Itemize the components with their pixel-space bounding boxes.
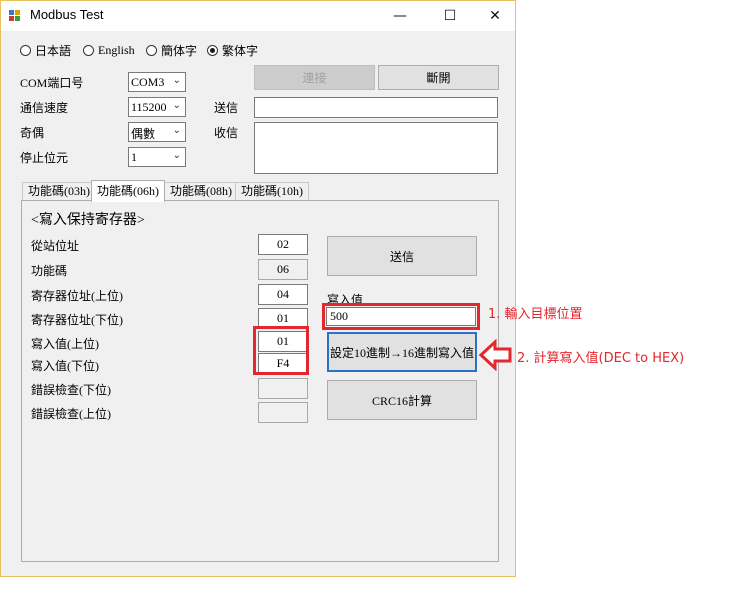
radio-japanese[interactable]: 日本語 bbox=[20, 42, 71, 58]
crc-hi-label: 錯誤檢查(上位) bbox=[31, 407, 111, 421]
radio-label: 繁体字 bbox=[222, 43, 259, 58]
reg-hi-input[interactable]: 04 bbox=[258, 284, 308, 305]
radio-circle-icon bbox=[146, 44, 157, 56]
radio-label: English bbox=[98, 42, 135, 57]
radio-circle-icon bbox=[20, 44, 31, 56]
stop-value: 1 bbox=[131, 150, 137, 164]
stop-label: 停止位元 bbox=[20, 151, 69, 165]
slave-label: 從站位址 bbox=[31, 239, 80, 253]
close-button[interactable]: ✕ bbox=[472, 1, 518, 31]
annotation-step1: 1. 輸入目標位置 bbox=[488, 307, 583, 322]
func-label: 功能碼 bbox=[31, 264, 68, 278]
parity-label: 奇偶 bbox=[20, 126, 45, 140]
baud-select[interactable]: 115200 ⌄ bbox=[128, 97, 186, 117]
tab-08h[interactable]: 功能碼(08h) bbox=[164, 182, 238, 200]
val-lo-label: 寫入值(下位) bbox=[31, 359, 99, 373]
window-title: Modbus Test bbox=[30, 7, 104, 22]
radio-label: 日本語 bbox=[35, 43, 72, 58]
tab-10h[interactable]: 功能碼(10h) bbox=[235, 182, 309, 200]
port-select[interactable]: COM3 ⌄ bbox=[128, 72, 186, 92]
connect-button[interactable]: 連接 bbox=[254, 65, 375, 90]
chevron-down-icon: ⌄ bbox=[172, 100, 181, 111]
send-input[interactable] bbox=[254, 97, 498, 118]
stop-select[interactable]: 1 ⌄ bbox=[128, 147, 186, 167]
radio-selected-icon bbox=[207, 44, 218, 56]
minimize-button[interactable]: — bbox=[377, 1, 423, 31]
baud-label: 通信速度 bbox=[20, 101, 69, 115]
send-label: 送信 bbox=[214, 101, 239, 115]
chevron-down-icon: ⌄ bbox=[172, 125, 181, 136]
maximize-button[interactable]: ☐ bbox=[427, 1, 473, 31]
title-bar: Modbus Test — ☐ ✕ bbox=[1, 1, 515, 31]
crc-lo-field bbox=[258, 378, 308, 399]
crc-lo-label: 錯誤檢查(下位) bbox=[31, 383, 111, 397]
radio-label: 簡体字 bbox=[161, 43, 198, 58]
recv-label: 收信 bbox=[214, 126, 239, 140]
radio-simplified[interactable]: 簡体字 bbox=[146, 42, 197, 58]
crc-hi-field bbox=[258, 402, 308, 423]
baud-value: 115200 bbox=[131, 100, 167, 114]
highlight-write-values bbox=[253, 326, 309, 375]
parity-value: 偶數 bbox=[131, 127, 156, 141]
disconnect-button[interactable]: 斷開 bbox=[378, 65, 499, 90]
func-field: 06 bbox=[258, 259, 308, 280]
port-value: COM3 bbox=[131, 75, 165, 89]
radio-traditional[interactable]: 繁体字 bbox=[207, 42, 258, 58]
tab-06h[interactable]: 功能碼(06h) bbox=[91, 180, 165, 202]
panel-title: <寫入保持寄存器> bbox=[31, 213, 145, 228]
tab-03h[interactable]: 功能碼(03h) bbox=[22, 182, 96, 200]
chevron-down-icon: ⌄ bbox=[172, 150, 181, 161]
port-label: COM端口号 bbox=[20, 76, 84, 90]
slave-input[interactable]: 02 bbox=[258, 234, 308, 255]
reg-lo-label: 寄存器位址(下位) bbox=[31, 313, 123, 327]
convert-button[interactable]: 設定10進制→16進制寫入值 bbox=[327, 332, 477, 372]
parity-select[interactable]: 偶數 ⌄ bbox=[128, 122, 186, 142]
radio-english[interactable]: English bbox=[83, 42, 135, 58]
recv-textarea[interactable] bbox=[254, 122, 498, 174]
reg-hi-label: 寄存器位址(上位) bbox=[31, 289, 123, 303]
annotation-step2: 2. 計算寫入值(DEC to HEX) bbox=[517, 351, 685, 366]
main-window: Modbus Test — ☐ ✕ 日本語 English 簡体字 繁体字 CO… bbox=[0, 0, 516, 577]
crc-button[interactable]: CRC16計算 bbox=[327, 380, 477, 420]
highlight-write-input bbox=[322, 303, 480, 330]
arrow-left-icon bbox=[479, 339, 512, 371]
chevron-down-icon: ⌄ bbox=[172, 75, 181, 86]
send-button[interactable]: 送信 bbox=[327, 236, 477, 276]
val-hi-label: 寫入值(上位) bbox=[31, 337, 99, 351]
radio-circle-icon bbox=[83, 44, 94, 56]
app-icon bbox=[9, 10, 21, 22]
